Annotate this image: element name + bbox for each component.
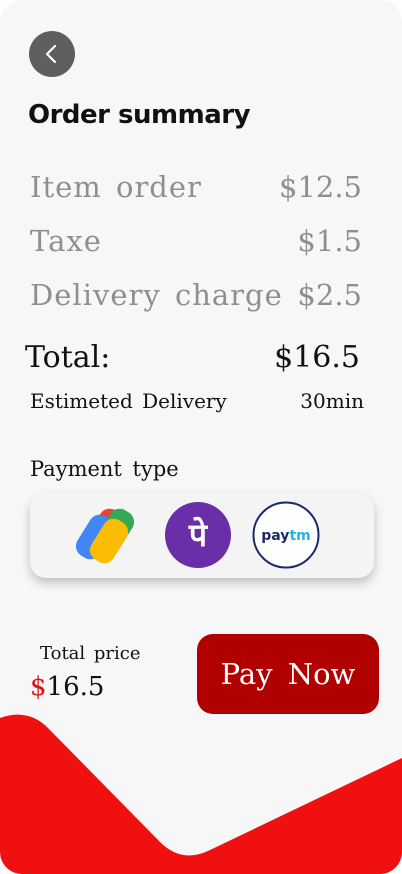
total-price-label: Total price	[40, 643, 141, 664]
google-pay-option[interactable]	[74, 501, 142, 569]
line-item-item-order: Item order $12.5	[30, 170, 362, 204]
total-label: Total:	[25, 340, 111, 375]
line-item-value: $1.5	[297, 224, 362, 258]
paytm-option[interactable]: paytm	[252, 501, 320, 569]
pay-now-button[interactable]: Pay Now	[197, 634, 379, 714]
total-row: Total: $16.5	[25, 340, 360, 375]
line-item-label: Delivery charge	[30, 278, 283, 312]
page-title: Order summary	[28, 100, 251, 130]
line-item-label: Taxe	[30, 224, 102, 258]
total-value: $16.5	[274, 340, 360, 375]
paytm-text-pay: pay	[261, 528, 289, 544]
chevron-left-icon	[45, 44, 57, 64]
phonepe-option[interactable]: पे	[164, 501, 232, 569]
line-item-delivery-charge: Delivery charge $2.5	[30, 278, 362, 312]
total-price-amount: $16.5	[30, 672, 104, 702]
paytm-text-tm: tm	[289, 528, 310, 544]
line-item-taxe: Taxe $1.5	[30, 224, 362, 258]
phonepe-icon: पे	[165, 502, 231, 568]
decorative-wave	[0, 714, 402, 874]
svg-text:paytm: paytm	[261, 528, 310, 544]
estimated-delivery-label: Estimeted Delivery	[30, 389, 227, 413]
line-item-value: $12.5	[278, 170, 362, 204]
paytm-icon: paytm	[252, 501, 320, 569]
currency-symbol: $	[30, 672, 47, 702]
line-item-value: $2.5	[297, 278, 362, 312]
line-item-label: Item order	[30, 170, 202, 204]
estimated-delivery-value: 30min	[300, 389, 364, 413]
total-price-value: 16.5	[46, 672, 105, 702]
google-pay-icon	[75, 508, 135, 564]
order-summary-screen: Order summary Item order $12.5 Taxe $1.5…	[0, 0, 402, 874]
payment-methods-card: पे paytm	[30, 493, 374, 578]
back-button[interactable]	[29, 31, 75, 77]
payment-type-label: Payment type	[30, 457, 179, 481]
phonepe-glyph: पे	[188, 516, 209, 554]
estimated-delivery-row: Estimeted Delivery 30min	[30, 389, 364, 413]
